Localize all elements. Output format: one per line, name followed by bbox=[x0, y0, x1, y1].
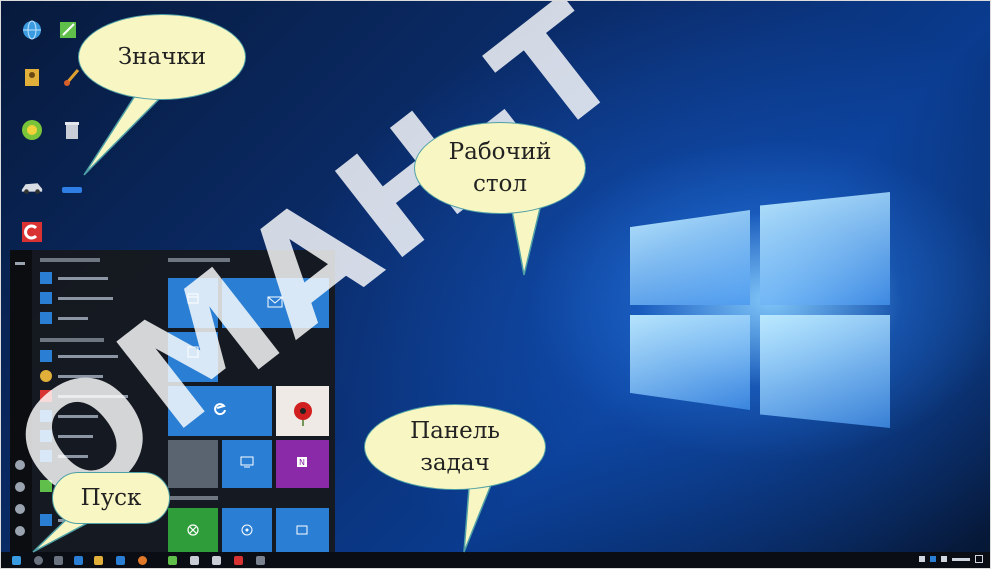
globe-icon bbox=[20, 18, 44, 42]
tiles-heading-placeholder bbox=[168, 496, 218, 500]
edge-icon bbox=[214, 403, 226, 416]
svg-text:N: N bbox=[299, 458, 305, 467]
app-list-item[interactable] bbox=[40, 270, 160, 286]
power-icon[interactable] bbox=[15, 526, 25, 536]
callout-taskbar: Панель задач bbox=[364, 404, 546, 490]
desktop-icon-car[interactable] bbox=[12, 175, 52, 199]
tile-weather[interactable] bbox=[168, 440, 218, 488]
film-icon bbox=[296, 525, 308, 535]
app-red-icon bbox=[20, 220, 44, 244]
user-folder-icon bbox=[20, 65, 44, 89]
antivirus-icon bbox=[20, 118, 44, 142]
desktop-icon-edit-app[interactable] bbox=[48, 18, 88, 42]
documents-icon[interactable] bbox=[15, 482, 25, 492]
callout-desktop-line2: стол bbox=[472, 171, 528, 197]
app-green-icon[interactable] bbox=[168, 556, 177, 565]
callout-icons: Значки bbox=[78, 14, 246, 100]
tile-groove[interactable] bbox=[222, 508, 272, 552]
desktop-icon-globe[interactable] bbox=[12, 18, 52, 42]
network-icon[interactable] bbox=[919, 556, 925, 562]
callout-desktop: Рабочий стол bbox=[414, 122, 586, 214]
tile-mail[interactable] bbox=[222, 278, 329, 328]
desktop-icon-red-app[interactable] bbox=[12, 220, 52, 244]
section-heading-placeholder bbox=[40, 258, 100, 262]
flower-icon bbox=[294, 402, 312, 426]
monitor-icon bbox=[240, 456, 254, 468]
tile-photos[interactable] bbox=[168, 332, 218, 382]
tile-devices[interactable] bbox=[222, 440, 272, 488]
onenote-icon: N bbox=[297, 457, 307, 467]
task-view-icon[interactable] bbox=[54, 556, 63, 565]
settings-icon[interactable] bbox=[15, 504, 25, 514]
tile-xbox[interactable] bbox=[168, 508, 218, 552]
tile-calendar[interactable] bbox=[168, 278, 218, 328]
clock-placeholder[interactable] bbox=[952, 557, 970, 561]
drive-icon bbox=[60, 178, 84, 202]
desktop-icon-drive[interactable] bbox=[52, 178, 92, 202]
tiles-heading-placeholder bbox=[168, 258, 230, 262]
car-icon bbox=[20, 175, 44, 199]
onedrive-icon[interactable] bbox=[930, 556, 936, 562]
browser-icon[interactable] bbox=[138, 556, 147, 565]
tile-onenote[interactable]: N bbox=[276, 440, 329, 488]
callout-taskbar-line1: Панель bbox=[410, 418, 500, 444]
edit-app-icon bbox=[56, 18, 80, 42]
windows-logo-wallpaper bbox=[600, 180, 900, 440]
app-list-item[interactable] bbox=[40, 310, 160, 326]
desktop-icon-recycle-bin[interactable] bbox=[52, 118, 92, 142]
callout-start-label: Пуск bbox=[80, 485, 142, 511]
edge-taskbar-icon[interactable] bbox=[74, 556, 83, 565]
start-menu-rail bbox=[10, 250, 32, 552]
callout-taskbar-line2: задач bbox=[420, 450, 490, 476]
file-explorer-icon[interactable] bbox=[94, 556, 103, 565]
callout-desktop-line1: Рабочий bbox=[448, 139, 552, 165]
tile-photo-poppy[interactable] bbox=[276, 386, 329, 436]
app-list-item[interactable] bbox=[40, 348, 160, 364]
mail-taskbar-icon[interactable] bbox=[212, 556, 221, 565]
callout-icons-label: Значки bbox=[117, 44, 207, 70]
recycle-bin-icon bbox=[60, 118, 84, 142]
app-list-item[interactable] bbox=[40, 448, 160, 464]
app-list-item[interactable] bbox=[40, 428, 160, 444]
tile-edge[interactable] bbox=[168, 386, 272, 436]
user-avatar-icon[interactable] bbox=[15, 460, 25, 470]
app-list-item[interactable] bbox=[40, 388, 160, 404]
office-icon[interactable] bbox=[234, 556, 243, 565]
start-button-icon[interactable] bbox=[12, 556, 21, 565]
notifications-icon[interactable] bbox=[975, 555, 983, 563]
section-heading-placeholder bbox=[40, 338, 104, 342]
desktop-icon-antivirus[interactable] bbox=[12, 118, 52, 142]
app-list-item[interactable] bbox=[40, 368, 160, 384]
xbox-icon bbox=[187, 524, 199, 536]
music-icon bbox=[241, 524, 253, 536]
app-list-item[interactable] bbox=[40, 408, 160, 424]
desktop-screen: N ОМАН-Т Значки Рабочий стол Панель зада… bbox=[0, 0, 991, 569]
photos-icon bbox=[187, 346, 199, 358]
hamburger-icon[interactable] bbox=[15, 262, 25, 265]
camera-icon[interactable] bbox=[190, 556, 199, 565]
store-icon[interactable] bbox=[116, 556, 125, 565]
search-icon[interactable] bbox=[34, 556, 43, 565]
app-list-item[interactable] bbox=[40, 290, 160, 306]
volume-icon[interactable] bbox=[941, 556, 947, 562]
mail-icon bbox=[267, 296, 283, 308]
taskbar bbox=[0, 552, 991, 569]
desktop-icon-user-folder[interactable] bbox=[12, 65, 52, 89]
app-grey-icon[interactable] bbox=[256, 556, 265, 565]
calendar-icon bbox=[187, 293, 199, 304]
system-tray bbox=[919, 555, 983, 563]
callout-start: Пуск bbox=[52, 472, 170, 524]
tile-movies[interactable] bbox=[276, 508, 329, 552]
